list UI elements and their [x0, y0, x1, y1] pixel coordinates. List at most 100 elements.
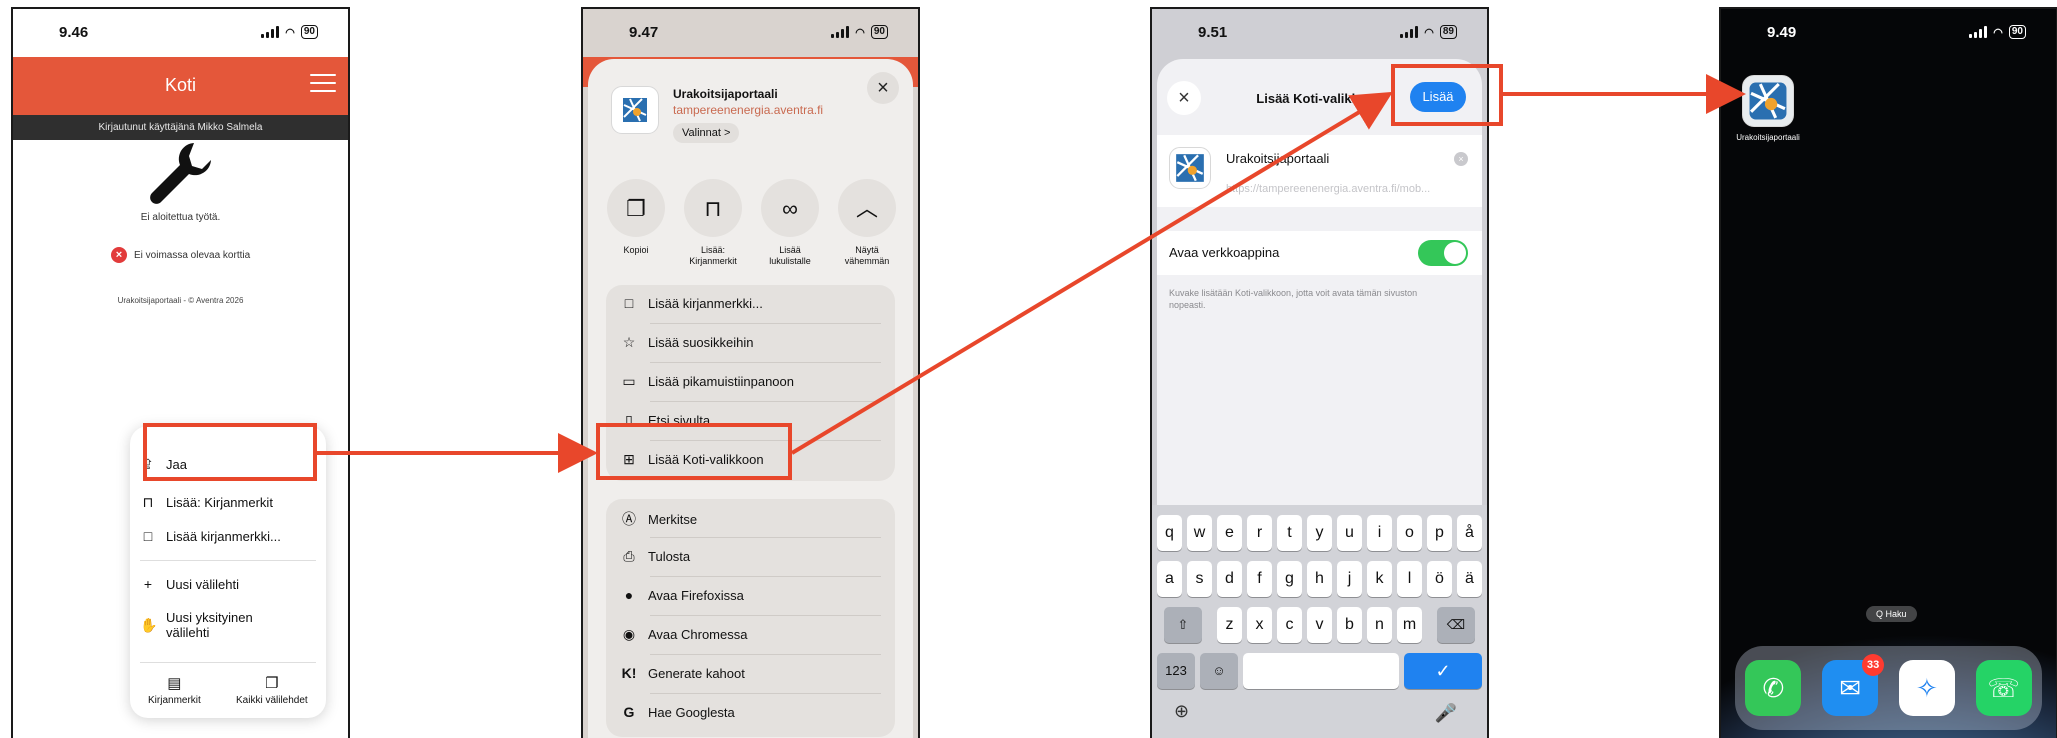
menu-divider: [140, 560, 316, 561]
row-print[interactable]: ⎙ Tulosta: [620, 548, 881, 565]
quick-actions: ❐ Kopioi ⊓ Lisää: Kirjanmerkit ∞ Lisää luku…: [604, 179, 899, 267]
close-button[interactable]: ×: [867, 72, 899, 104]
key-g[interactable]: g: [1277, 561, 1302, 597]
key-m[interactable]: m: [1397, 607, 1422, 643]
row-add-favorites[interactable]: ☆ Lisää suosikkeihin: [620, 334, 881, 351]
key-u[interactable]: u: [1337, 515, 1362, 551]
wifi-icon: ◠: [285, 26, 295, 39]
battery-icon: 90: [300, 25, 318, 39]
row-add-bookmark[interactable]: □ Lisää kirjanmerkki...: [620, 295, 881, 311]
key-e[interactable]: e: [1217, 515, 1242, 551]
status-time: 9.46: [59, 24, 89, 41]
key-c[interactable]: c: [1277, 607, 1302, 643]
star-icon: ☆: [622, 334, 636, 350]
battery-icon: 90: [870, 25, 888, 39]
divider: [650, 362, 881, 363]
menu-item-add-bookmark[interactable]: □ Lisää kirjanmerkki...: [140, 528, 281, 544]
action-show-less[interactable]: ︿ Näytä vähemmän: [835, 179, 899, 267]
shift-key[interactable]: ⇧: [1164, 607, 1202, 643]
home-search-pill[interactable]: Q Haku: [1866, 606, 1917, 622]
key-ö[interactable]: ö: [1427, 561, 1452, 597]
key-l[interactable]: l: [1397, 561, 1422, 597]
globe-icon[interactable]: ⊕: [1174, 701, 1189, 722]
app-name-input[interactable]: Urakoitsijaportaali: [1226, 151, 1329, 166]
action-add-bookmarks[interactable]: ⊓ Lisää: Kirjanmerkit: [681, 179, 745, 267]
logged-in-banner: Kirjautunut käyttäjänä Mikko Salmela: [13, 115, 348, 140]
row-generate-kahoot[interactable]: K! Generate kahoot: [620, 665, 881, 681]
backspace-key[interactable]: ⌫: [1437, 607, 1475, 643]
row-search-google[interactable]: G Hae Googlesta: [620, 704, 881, 720]
keyboard-row-1: qwertyuiopå: [1152, 515, 1487, 551]
row-add-quick-note[interactable]: ▭ Lisää pikamuistiinpanoon: [620, 373, 881, 390]
key-ä[interactable]: ä: [1457, 561, 1482, 597]
dock: ✆ ✉ 33 ✧ ☏: [1735, 646, 2042, 730]
action-reading-list[interactable]: ∞ Lisää lukulistalle: [758, 179, 822, 267]
open-book-icon: ▤: [167, 675, 182, 692]
mail-icon[interactable]: ✉ 33: [1822, 654, 1885, 716]
clear-input-icon[interactable]: ×: [1454, 152, 1468, 166]
key-å[interactable]: å: [1457, 515, 1482, 551]
battery-icon: 89: [1439, 25, 1457, 39]
page-title: Koti: [164, 75, 197, 95]
bookmarks-button[interactable]: ▤ Kirjanmerkit: [148, 674, 201, 706]
key-j[interactable]: j: [1337, 561, 1362, 597]
book-icon: □: [143, 528, 153, 544]
whatsapp-icon[interactable]: ☏: [1975, 660, 2032, 716]
web-app-toggle[interactable]: [1418, 240, 1468, 266]
action-copy[interactable]: ❐ Kopioi: [604, 179, 668, 267]
done-key[interactable]: ✓: [1404, 653, 1482, 689]
options-button[interactable]: Valinnat >: [673, 123, 740, 143]
app-info-card: Urakoitsijaportaali × https://tampereene…: [1157, 135, 1482, 207]
key-k[interactable]: k: [1367, 561, 1392, 597]
kahoot-icon: K!: [621, 665, 637, 681]
row-open-chrome[interactable]: ◉ Avaa Chromessa: [620, 626, 881, 643]
card-status: × Ei voimassa olevaa korttia: [111, 247, 250, 263]
mail-badge: 33: [1862, 654, 1885, 676]
status-time: 9.47: [629, 24, 659, 41]
key-r[interactable]: r: [1247, 515, 1272, 551]
phone-icon[interactable]: ✆: [1745, 660, 1802, 716]
menu-item-new-private-tab[interactable]: ✋ Uusi yksityinen välilehti: [140, 610, 270, 640]
menu-item-add-bookmarks[interactable]: ⊓ Lisää: Kirjanmerkit: [140, 494, 273, 511]
menu-item-new-tab[interactable]: + Uusi välilehti: [140, 576, 239, 592]
key-f[interactable]: f: [1247, 561, 1272, 597]
app-icon: [1742, 75, 1794, 127]
signal-icon: [831, 26, 850, 38]
status-bar: 9.47 ◠ 90: [583, 9, 918, 57]
keyboard-row-3: ⇧ zxcvbnm ⌫: [1152, 607, 1487, 643]
key-n[interactable]: n: [1367, 607, 1392, 643]
key-b[interactable]: b: [1337, 607, 1362, 643]
row-markup[interactable]: Ⓐ Merkitse: [620, 509, 881, 529]
key-o[interactable]: o: [1397, 515, 1422, 551]
home-app-urakoitsijaportaali[interactable]: Urakoitsijaportaali: [1733, 75, 1803, 142]
safari-icon[interactable]: ✧: [1898, 660, 1955, 716]
plus-icon: +: [143, 576, 153, 592]
key-z[interactable]: z: [1217, 607, 1242, 643]
status-time: 9.49: [1767, 24, 1797, 41]
key-v[interactable]: v: [1307, 607, 1332, 643]
row-open-firefox[interactable]: ● Avaa Firefoxissa: [620, 587, 881, 603]
key-x[interactable]: x: [1247, 607, 1272, 643]
key-h[interactable]: h: [1307, 561, 1332, 597]
key-a[interactable]: a: [1157, 561, 1182, 597]
key-y[interactable]: y: [1307, 515, 1332, 551]
bookmark-icon: ⊓: [684, 179, 742, 237]
key-i[interactable]: i: [1367, 515, 1392, 551]
key-t[interactable]: t: [1277, 515, 1302, 551]
key-q[interactable]: q: [1157, 515, 1182, 551]
no-work-text: Ei aloitettua työtä.: [140, 212, 221, 223]
status-bar: 9.49 ◠ 90: [1721, 9, 2056, 57]
hamburger-menu-icon[interactable]: [310, 74, 336, 98]
signal-icon: [261, 26, 280, 38]
all-tabs-button[interactable]: ❐ Kaikki välilehdet: [236, 674, 308, 706]
key-d[interactable]: d: [1217, 561, 1242, 597]
emoji-key[interactable]: ☺: [1200, 653, 1238, 689]
key-s[interactable]: s: [1187, 561, 1212, 597]
app-icon: [611, 86, 659, 134]
numbers-key[interactable]: 123: [1157, 653, 1195, 689]
key-p[interactable]: p: [1427, 515, 1452, 551]
microphone-icon[interactable]: 🎤: [1435, 703, 1457, 724]
tabs-icon: ❐: [265, 675, 279, 692]
key-w[interactable]: w: [1187, 515, 1212, 551]
space-key[interactable]: [1243, 653, 1399, 689]
